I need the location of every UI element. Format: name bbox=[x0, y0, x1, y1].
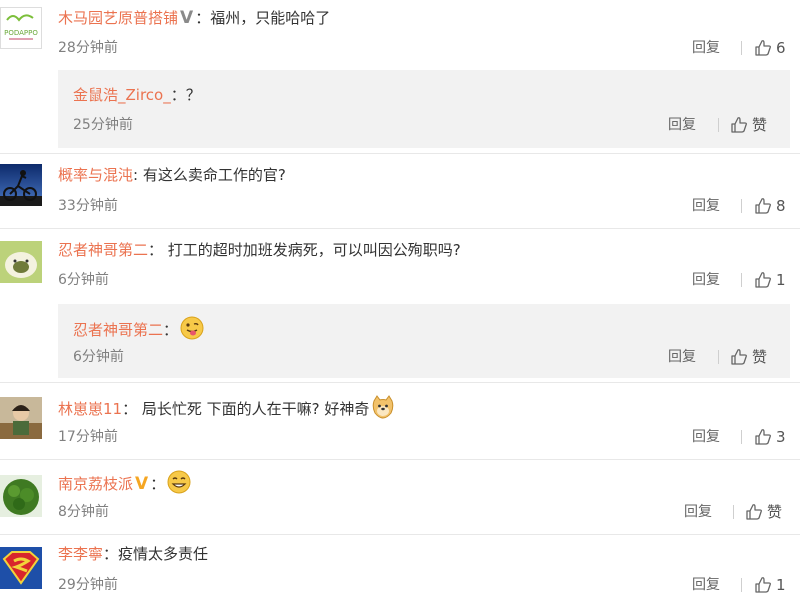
comment-text: : 有这么卖命工作的官? bbox=[133, 166, 286, 184]
like-button[interactable]: 赞 bbox=[745, 502, 782, 522]
avatar[interactable]: PODAPPO bbox=[0, 7, 42, 49]
comment-text: ： 打工的超时加班发病死，可以叫因公殉职吗? bbox=[148, 241, 461, 259]
username-link[interactable]: 木马园艺原普搭铺 bbox=[58, 9, 178, 27]
divider bbox=[718, 350, 719, 364]
like-count: 3 bbox=[776, 428, 786, 446]
comment-line: 忍者神哥第二： 打工的超时加班发病死，可以叫因公殉职吗? bbox=[58, 239, 461, 261]
reply-button[interactable]: 回复 bbox=[668, 347, 696, 367]
comment-item: PODAPPO 木马园艺原普搭铺 V ：福州，只能哈哈了 28分钟前 回复 6 金鼠… bbox=[0, 0, 800, 160]
reply-line: 忍者神哥第二： bbox=[73, 316, 204, 346]
like-label: 赞 bbox=[752, 348, 768, 366]
reply-text: ： bbox=[163, 321, 179, 339]
reply-button[interactable]: 回复 bbox=[692, 196, 720, 216]
divider bbox=[718, 118, 719, 132]
smile-emoji-icon bbox=[167, 470, 191, 500]
divider bbox=[741, 199, 742, 213]
comment-item: 忍者神哥第二： 打工的超时加班发病死，可以叫因公殉职吗? 6分钟前 回复 1 忍… bbox=[0, 229, 800, 381]
like-count: 1 bbox=[776, 271, 786, 289]
comment-text: ： bbox=[150, 475, 166, 493]
username-link[interactable]: 概率与混沌 bbox=[58, 166, 133, 184]
verified-v-icon: V bbox=[180, 8, 194, 28]
tongue-emoji-icon bbox=[180, 316, 204, 346]
thumbs-up-icon bbox=[755, 429, 771, 445]
avatar[interactable] bbox=[0, 164, 42, 206]
reply-button[interactable]: 回复 bbox=[692, 575, 720, 595]
comment-time: 6分钟前 bbox=[58, 272, 109, 288]
comment-time: 17分钟前 bbox=[58, 429, 118, 445]
avatar[interactable] bbox=[0, 547, 42, 589]
doge-emoji-icon bbox=[371, 395, 395, 425]
thumbs-up-icon bbox=[755, 577, 771, 593]
like-button[interactable]: 1 bbox=[754, 575, 786, 595]
like-label: 赞 bbox=[752, 116, 768, 134]
comment-item: 概率与混沌: 有这么卖命工作的官? 33分钟前 回复 8 bbox=[0, 154, 800, 228]
comment-item: 林崽崽11： 局长忙死 下面的人在干嘛? 好神奇 17分钟前 回复 3 bbox=[0, 383, 800, 459]
thumbs-up-icon bbox=[755, 198, 771, 214]
like-label: 赞 bbox=[767, 503, 783, 521]
reply-button[interactable]: 回复 bbox=[684, 502, 712, 522]
username-link[interactable]: 金鼠浩_Zirco_ bbox=[73, 86, 171, 104]
comment-line: 木马园艺原普搭铺 V ：福州，只能哈哈了 bbox=[58, 7, 330, 29]
comment-text: ：疫情太多责任 bbox=[103, 545, 209, 563]
username-link[interactable]: 林崽崽11 bbox=[58, 400, 122, 418]
avatar[interactable] bbox=[0, 241, 42, 283]
comment-line: 林崽崽11： 局长忙死 下面的人在干嘛? 好神奇 bbox=[58, 395, 395, 425]
thumbs-up-icon bbox=[731, 349, 747, 365]
comment-item: 南京荔枝派 V： 8分钟前 回复 赞 bbox=[0, 460, 800, 534]
divider bbox=[733, 505, 734, 519]
comment-time: 33分钟前 bbox=[58, 198, 118, 214]
divider bbox=[741, 430, 742, 444]
reply-button[interactable]: 回复 bbox=[668, 115, 696, 135]
thumbs-up-icon bbox=[755, 40, 771, 56]
comment-time: 8分钟前 bbox=[58, 504, 109, 520]
divider bbox=[741, 273, 742, 287]
like-button[interactable]: 1 bbox=[754, 270, 786, 290]
comment-line: 李李寧：疫情太多责任 bbox=[58, 543, 208, 565]
reply-time: 6分钟前 bbox=[73, 349, 124, 365]
thumbs-up-icon bbox=[746, 504, 762, 520]
like-count: 6 bbox=[776, 39, 786, 57]
like-button[interactable]: 8 bbox=[754, 196, 786, 216]
like-button[interactable]: 3 bbox=[754, 427, 786, 447]
reply-line: 金鼠浩_Zirco_：？ bbox=[73, 84, 201, 106]
comment-text: ：福州，只能哈哈了 bbox=[195, 9, 331, 27]
like-button[interactable]: 赞 bbox=[730, 347, 767, 367]
username-link[interactable]: 忍者神哥第二 bbox=[73, 321, 163, 339]
avatar[interactable] bbox=[0, 475, 42, 517]
reply-text: ：？ bbox=[170, 86, 201, 104]
thumbs-up-icon bbox=[755, 272, 771, 288]
verified-v-icon: V bbox=[135, 474, 149, 494]
reply-time: 25分钟前 bbox=[73, 117, 133, 133]
like-button[interactable]: 6 bbox=[754, 38, 786, 58]
reply-button[interactable]: 回复 bbox=[692, 427, 720, 447]
comment-text: ： 局长忙死 下面的人在干嘛? 好神奇 bbox=[122, 400, 370, 418]
comment-line: 概率与混沌: 有这么卖命工作的官? bbox=[58, 164, 286, 186]
username-link[interactable]: 南京荔枝派 bbox=[58, 475, 133, 493]
comment-item: 李李寧：疫情太多责任 29分钟前 回复 1 bbox=[0, 535, 800, 612]
thumbs-up-icon bbox=[731, 117, 747, 133]
like-count: 8 bbox=[776, 197, 786, 215]
comment-time: 28分钟前 bbox=[58, 40, 118, 56]
reply-box: 金鼠浩_Zirco_：？ 25分钟前 回复 赞 bbox=[58, 70, 790, 148]
avatar-logo-text: PODAPPO bbox=[4, 29, 38, 37]
reply-button[interactable]: 回复 bbox=[692, 38, 720, 58]
comment-line: 南京荔枝派 V： bbox=[58, 470, 191, 500]
reply-box: 忍者神哥第二： 6分钟前 回复 赞 bbox=[58, 304, 790, 378]
divider bbox=[741, 41, 742, 55]
avatar[interactable] bbox=[0, 397, 42, 439]
username-link[interactable]: 忍者神哥第二 bbox=[58, 241, 148, 259]
like-button[interactable]: 赞 bbox=[730, 115, 767, 135]
like-count: 1 bbox=[776, 576, 786, 594]
divider bbox=[741, 578, 742, 592]
comment-time: 29分钟前 bbox=[58, 577, 118, 593]
username-link[interactable]: 李李寧 bbox=[58, 545, 103, 563]
reply-button[interactable]: 回复 bbox=[692, 270, 720, 290]
